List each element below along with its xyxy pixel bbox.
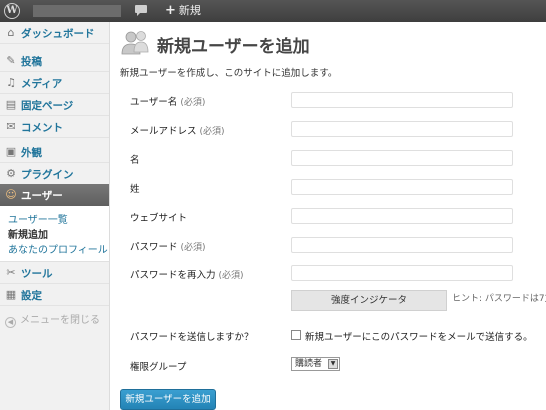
- sidebar-item-plugins[interactable]: ⚙ プラグイン: [0, 163, 109, 185]
- page-title: 新規ユーザーを追加: [157, 37, 310, 57]
- sidebar-item-comments[interactable]: ✉ コメント: [0, 116, 109, 138]
- comment-icon: ✉: [6, 120, 16, 133]
- collapse-menu-label: メニューを閉じる: [20, 315, 100, 326]
- appearance-icon: ▣: [5, 145, 17, 158]
- send-password-checkbox-label[interactable]: 新規ユーザーにこのパスワードをメールで送信する。: [305, 329, 533, 343]
- username-field[interactable]: [291, 92, 513, 108]
- dashboard-icon: ⌂: [7, 26, 15, 39]
- sidebar-item-label: 投稿: [21, 56, 42, 68]
- sidebar-item-label: ダッシュボード: [21, 28, 95, 40]
- new-label: 新規: [178, 4, 201, 17]
- sidebar-item-label: 外観: [21, 147, 42, 159]
- add-user-button[interactable]: 新規ユーザーを追加: [120, 389, 216, 410]
- chevron-down-icon: ▼: [328, 359, 338, 369]
- password-strength-indicator: 強度インジケータ: [291, 290, 447, 311]
- send-password-label: パスワードを送信しますか？: [130, 332, 254, 343]
- password-confirm-label: パスワードを再入力 (必須): [130, 270, 244, 281]
- first-name-label: 名: [130, 155, 140, 166]
- password-hint: ヒント: パスワードは7文字: [452, 294, 546, 304]
- sidebar-item-label: プラグイン: [21, 169, 74, 181]
- website-field[interactable]: [291, 208, 513, 224]
- settings-icon: ▦: [5, 288, 17, 301]
- page-description: 新規ユーザーを作成し、このサイトに追加します。: [120, 68, 338, 79]
- email-label: メールアドレス (必須): [130, 126, 225, 137]
- sidebar-item-users[interactable]: ☺ ユーザー: [0, 184, 109, 206]
- users-icon: ☺: [5, 188, 17, 201]
- submenu-your-profile[interactable]: あなたのプロフィール: [8, 241, 108, 256]
- users-page-icon: [121, 31, 149, 55]
- sidebar-item-label: ユーザー: [21, 190, 63, 202]
- send-password-checkbox[interactable]: [291, 330, 301, 340]
- page-icon: ▤: [5, 98, 17, 111]
- sidebar-item-tools[interactable]: ✂ ツール: [0, 262, 109, 284]
- email-field[interactable]: [291, 121, 513, 137]
- username-label: ユーザー名 (必須): [130, 97, 206, 108]
- sidebar-item-posts[interactable]: ✎ 投稿: [0, 50, 109, 72]
- pin-icon: ✎: [6, 54, 16, 67]
- sidebar-item-pages[interactable]: ▤ 固定ページ: [0, 94, 109, 116]
- site-name-redacted[interactable]: [33, 5, 121, 17]
- sidebar-item-media[interactable]: ♫ メディア: [0, 72, 109, 94]
- sidebar-item-settings[interactable]: ▦ 設定: [0, 284, 109, 306]
- sidebar-item-label: 固定ページ: [21, 100, 74, 112]
- comment-bubble-icon[interactable]: [134, 4, 148, 17]
- sidebar-item-appearance[interactable]: ▣ 外観: [0, 141, 109, 163]
- password-field[interactable]: [291, 237, 513, 253]
- role-label: 権限グループ: [130, 362, 187, 373]
- collapse-arrow-icon: ◀: [5, 317, 16, 328]
- sidebar-item-label: ツール: [21, 268, 53, 280]
- plus-icon: +: [165, 3, 176, 18]
- wordpress-logo-icon[interactable]: W: [4, 3, 20, 19]
- media-icon: ♫: [6, 76, 16, 89]
- website-label: ウェブサイト: [130, 213, 188, 224]
- sidebar-item-label: メディア: [21, 78, 63, 90]
- first-name-field[interactable]: [291, 150, 513, 166]
- admin-sidebar: ⌂ ダッシュボード ✎ 投稿 ♫ メディア ▤ 固定ページ ✉ コメント ▣ 外…: [0, 22, 110, 410]
- role-selected-value: 購読者: [295, 359, 323, 369]
- sidebar-item-dashboard[interactable]: ⌂ ダッシュボード: [0, 22, 109, 44]
- collapse-menu-button[interactable]: ◀ メニューを閉じる: [5, 311, 100, 328]
- submenu-add-new[interactable]: 新規追加: [8, 226, 48, 241]
- admin-bar: W + 新規: [0, 0, 546, 22]
- password-confirm-field[interactable]: [291, 265, 513, 281]
- last-name-field[interactable]: [291, 179, 513, 195]
- users-submenu: ユーザー一覧 新規追加 あなたのプロフィール: [0, 206, 109, 262]
- role-select[interactable]: 購読者 ▼: [291, 357, 340, 371]
- password-label: パスワード (必須): [130, 242, 206, 253]
- tools-icon: ✂: [6, 266, 16, 279]
- sidebar-item-label: 設定: [21, 290, 42, 302]
- submenu-all-users[interactable]: ユーザー一覧: [8, 211, 68, 226]
- new-content-menu[interactable]: + 新規: [165, 3, 201, 19]
- plugin-icon: ⚙: [6, 167, 16, 180]
- last-name-label: 姓: [130, 184, 140, 195]
- sidebar-item-label: コメント: [21, 122, 63, 134]
